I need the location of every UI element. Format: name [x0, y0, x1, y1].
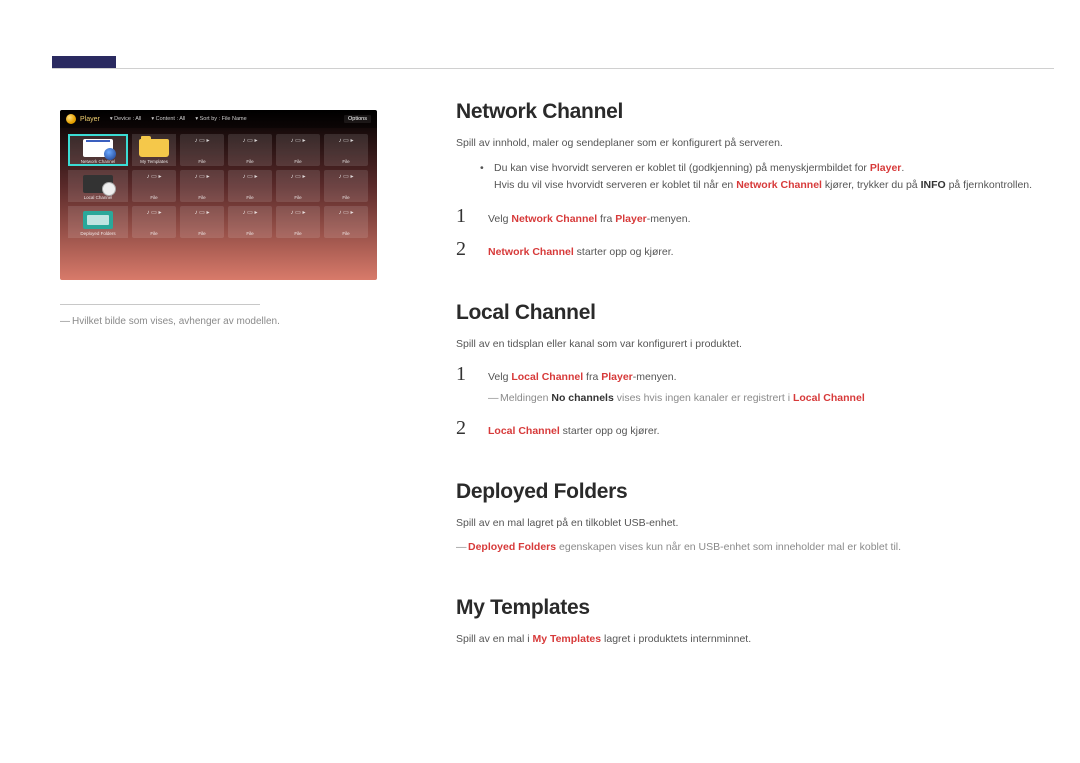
local-channel-section: Local Channel Spill av en tidsplan eller… [456, 301, 1050, 439]
file-cell: ♪ ▭ ▸File [324, 206, 368, 238]
cell-local-channel: Local Channel [68, 170, 128, 202]
file-cell: ♪ ▭ ▸File [324, 170, 368, 202]
deployed-folders-section: Deployed Folders Spill av en mal lagret … [456, 480, 1050, 557]
file-cell: ♪ ▭ ▸File [132, 170, 176, 202]
folder-icon [139, 139, 169, 157]
left-column: Player ▾ Device : All ▾ Content : All ▾ … [60, 110, 380, 329]
file-cell: ♪ ▭ ▸File [228, 170, 272, 202]
my-templates-section: My Templates Spill av en mal i My Templa… [456, 596, 1050, 648]
file-cell: ♪ ▭ ▸File [180, 134, 224, 166]
content-filter: ▾ Content : All [151, 116, 185, 122]
network-step-1: 1 Velg Network Channel fra Player-menyen… [456, 205, 1050, 228]
footnote-divider [60, 304, 260, 305]
file-cell: ♪ ▭ ▸File [276, 134, 320, 166]
templates-heading: My Templates [456, 596, 1050, 620]
local-intro: Spill av en tidsplan eller kanal som var… [456, 337, 1050, 353]
player-app-icon [66, 114, 76, 124]
player-title: Player [80, 116, 100, 123]
network-step-2: 2 Network Channel starter opp og kjører. [456, 238, 1050, 261]
accent-bar [52, 56, 116, 68]
sort-filter: ▾ Sort by : File Name [195, 116, 246, 122]
header-divider [52, 68, 1054, 69]
file-cell: ♪ ▭ ▸File [180, 170, 224, 202]
player-screenshot: Player ▾ Device : All ▾ Content : All ▾ … [60, 110, 377, 280]
local-step-1: 1 Velg Local Channel fra Player-menyen. … [456, 363, 1050, 407]
local-step-2: 2 Local Channel starter opp og kjører. [456, 417, 1050, 440]
player-topbar: Player ▾ Device : All ▾ Content : All ▾ … [60, 110, 377, 128]
local-heading: Local Channel [456, 301, 1050, 325]
network-bullet-1: Du kan vise hvorvidt serveren er koblet … [480, 160, 1050, 194]
cell-network-channel: Network Channel [68, 134, 128, 166]
local-step-1-note: Meldingen No channels vises hvis ingen k… [488, 390, 1050, 407]
step-number: 1 [456, 205, 470, 228]
player-grid: Network Channel My Templates ♪ ▭ ▸File ♪… [60, 132, 377, 240]
file-cell: ♪ ▭ ▸File [228, 134, 272, 166]
step-number: 2 [456, 417, 470, 440]
templates-intro: Spill av en mal i My Templates lagret i … [456, 632, 1050, 648]
file-cell: ♪ ▭ ▸File [276, 206, 320, 238]
file-cell: ♪ ▭ ▸File [324, 134, 368, 166]
network-intro: Spill av innhold, maler og sendeplaner s… [456, 136, 1050, 152]
deployed-note: Deployed Folders egenskapen vises kun nå… [456, 539, 1050, 556]
cell-my-templates: My Templates [132, 134, 176, 166]
file-cell: ♪ ▭ ▸File [228, 206, 272, 238]
footnote-text: Hvilket bilde som vises, avhenger av mod… [60, 315, 380, 329]
deployed-intro: Spill av en mal lagret på en tilkoblet U… [456, 516, 1050, 532]
file-cell: ♪ ▭ ▸File [132, 206, 176, 238]
file-cell: ♪ ▭ ▸File [276, 170, 320, 202]
step-number: 2 [456, 238, 470, 261]
step-number: 1 [456, 363, 470, 386]
options-button: Options [344, 115, 371, 123]
clock-icon [83, 175, 113, 193]
file-cell: ♪ ▭ ▸File [180, 206, 224, 238]
network-channel-icon [83, 139, 113, 157]
right-column: Network Channel Spill av innhold, maler … [456, 100, 1050, 688]
network-heading: Network Channel [456, 100, 1050, 124]
cell-deployed-folders: Deployed Folders [68, 206, 128, 238]
network-channel-section: Network Channel Spill av innhold, maler … [456, 100, 1050, 261]
deployed-icon [83, 211, 113, 229]
network-bullets: Du kan vise hvorvidt serveren er koblet … [480, 160, 1050, 194]
device-filter: ▾ Device : All [110, 116, 142, 122]
deployed-heading: Deployed Folders [456, 480, 1050, 504]
